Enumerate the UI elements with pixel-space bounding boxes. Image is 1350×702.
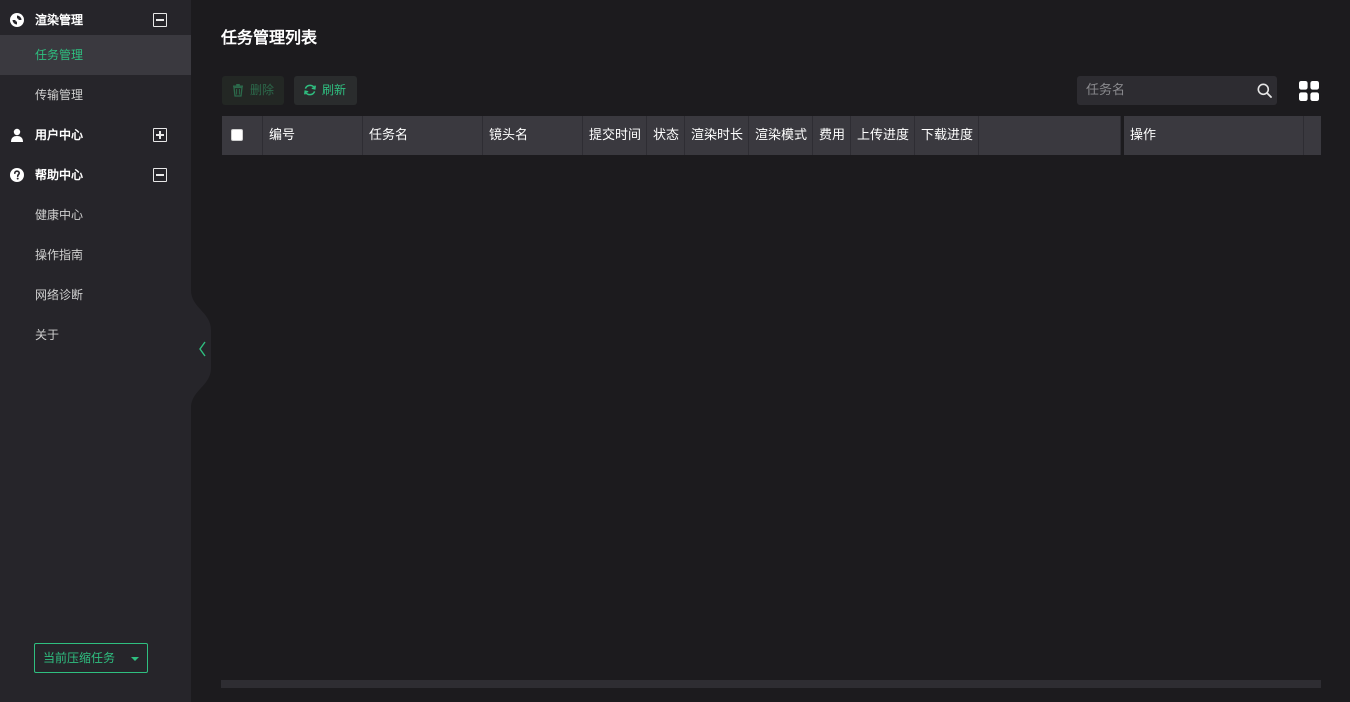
caret-down-icon: [131, 657, 139, 661]
user-icon: [11, 128, 23, 142]
column-header-spacer: [979, 116, 1121, 155]
sidebar: 渲染管理 任务管理 传输管理 用户中心 帮助中心 健康中心 操作指南 网络诊断 …: [0, 0, 191, 702]
render-logo-icon: [10, 13, 24, 27]
task-table-header: 编号 任务名 镜头名 提交时间 状态 渲染时长 渲染模式 费用 上传进度 下载进…: [222, 116, 1321, 155]
collapse-toggle-icon[interactable]: [153, 168, 167, 182]
column-header-render-duration[interactable]: 渲染时长: [685, 116, 749, 155]
sidebar-collapse-handle[interactable]: [191, 290, 211, 408]
delete-button[interactable]: 删除: [222, 76, 284, 105]
column-header-actions[interactable]: 操作: [1124, 116, 1304, 155]
app-root: 渲染管理 任务管理 传输管理 用户中心 帮助中心 健康中心 操作指南 网络诊断 …: [0, 0, 1350, 702]
refresh-icon: [304, 84, 316, 96]
sidebar-item-user-guide[interactable]: 操作指南: [0, 235, 191, 275]
refresh-button-label: 刷新: [322, 83, 347, 97]
compress-button-label: 当前压缩任务: [43, 651, 116, 665]
refresh-button[interactable]: 刷新: [294, 76, 357, 105]
search-icon[interactable]: [1257, 83, 1272, 98]
column-header-download-progress[interactable]: 下载进度: [915, 116, 979, 155]
sidebar-item-transfer-management[interactable]: 传输管理: [0, 75, 191, 115]
delete-button-label: 删除: [250, 83, 275, 97]
sidebar-item-task-management[interactable]: 任务管理: [0, 35, 191, 75]
select-all-checkbox[interactable]: [231, 129, 243, 141]
current-compress-task-button[interactable]: 当前压缩任务: [34, 643, 148, 673]
column-header-render-mode[interactable]: 渲染模式: [749, 116, 813, 155]
sidebar-item-about[interactable]: 关于: [0, 315, 191, 355]
sidebar-item-health-center[interactable]: 健康中心: [0, 195, 191, 235]
task-name-search-input[interactable]: [1077, 76, 1252, 105]
sidebar-group-label: 渲染管理: [35, 13, 84, 27]
column-header-shot-name[interactable]: 镜头名: [483, 116, 583, 155]
sidebar-group-user-center[interactable]: 用户中心: [0, 115, 191, 155]
search-box: [1077, 76, 1277, 105]
sidebar-group-label: 帮助中心: [35, 168, 84, 182]
column-header-submit-time[interactable]: 提交时间: [583, 116, 647, 155]
sidebar-group-help-center[interactable]: 帮助中心: [0, 155, 191, 195]
table-horizontal-scrollbar[interactable]: [221, 680, 1321, 688]
column-header-task-name[interactable]: 任务名: [363, 116, 483, 155]
trash-icon: [233, 84, 243, 97]
column-header-cost[interactable]: 费用: [813, 116, 851, 155]
help-circle-icon: [10, 168, 24, 182]
column-header-status[interactable]: 状态: [647, 116, 685, 155]
page-title: 任务管理列表: [221, 28, 318, 47]
grid-view-icon[interactable]: [1299, 81, 1319, 101]
select-all-cell: [222, 116, 263, 155]
collapse-toggle-icon[interactable]: [153, 13, 167, 27]
sidebar-item-network-diagnosis[interactable]: 网络诊断: [0, 275, 191, 315]
sidebar-group-label: 用户中心: [35, 128, 84, 142]
column-header-id[interactable]: 编号: [263, 116, 363, 155]
sidebar-group-render[interactable]: 渲染管理: [0, 0, 191, 40]
expand-toggle-icon[interactable]: [153, 128, 167, 142]
column-header-upload-progress[interactable]: 上传进度: [851, 116, 915, 155]
